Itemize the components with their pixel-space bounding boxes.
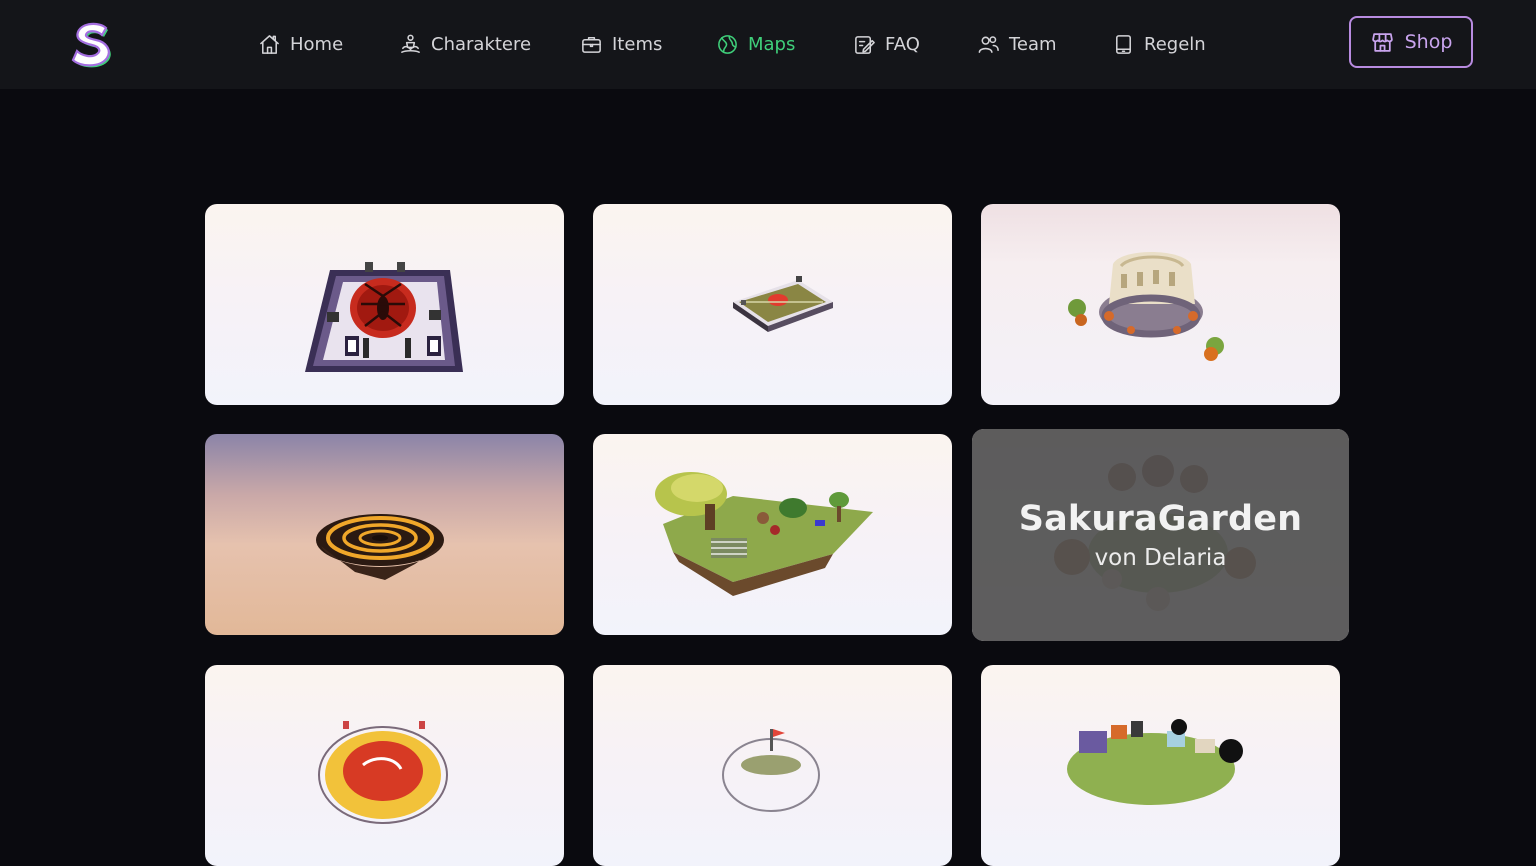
map-card[interactable]	[205, 204, 564, 405]
map-preview	[1067, 719, 1243, 805]
map-card-hovered[interactable]: SakuraGarden von Delaria	[972, 429, 1349, 641]
home-icon	[260, 34, 279, 54]
nav-home[interactable]: Home	[258, 30, 343, 58]
store-icon	[1371, 32, 1393, 52]
map-title: SakuraGarden	[1018, 499, 1303, 539]
map-card[interactable]	[981, 204, 1340, 405]
nav-home-label: Home	[290, 33, 344, 55]
nav-charaktere[interactable]: Charaktere	[399, 30, 531, 58]
map-preview	[733, 276, 833, 332]
map-preview	[316, 514, 444, 580]
nav-faq-label: FAQ	[885, 33, 920, 55]
map-card[interactable]	[593, 665, 952, 866]
character-icon	[401, 34, 420, 53]
map-preview	[1068, 252, 1224, 361]
map-preview	[318, 721, 448, 824]
map-preview	[305, 262, 463, 372]
nav-team[interactable]: Team	[977, 30, 1057, 58]
shop-button[interactable]: Shop	[1349, 16, 1473, 68]
nav-maps[interactable]: Maps	[716, 30, 795, 58]
navbar: Home Charaktere Items Maps FAQ Team Rege…	[0, 0, 1536, 89]
nav-regeln-label: Regeln	[1144, 33, 1206, 55]
globe-icon	[718, 34, 737, 54]
nav-charaktere-label: Charaktere	[431, 33, 532, 55]
nav-items-label: Items	[612, 33, 663, 55]
map-preview	[722, 729, 820, 812]
tablet-icon	[1116, 34, 1131, 54]
map-card[interactable]	[981, 665, 1340, 866]
note-edit-icon	[855, 35, 875, 54]
users-icon	[978, 35, 999, 53]
map-card[interactable]	[205, 434, 564, 635]
nav-regeln[interactable]: Regeln	[1112, 30, 1206, 58]
map-card[interactable]	[593, 434, 952, 635]
map-author: von Delaria	[1094, 545, 1227, 571]
nav-faq[interactable]: FAQ	[853, 30, 920, 58]
map-preview	[655, 472, 873, 596]
shop-label: Shop	[1404, 31, 1453, 53]
logo[interactable]	[70, 18, 114, 68]
nav-maps-label: Maps	[748, 33, 796, 55]
map-card[interactable]	[205, 665, 564, 866]
nav-items[interactable]: Items	[580, 30, 662, 58]
briefcase-icon	[582, 36, 601, 53]
map-hover-overlay: SakuraGarden von Delaria	[972, 429, 1349, 641]
nav-team-label: Team	[1009, 33, 1057, 55]
map-card[interactable]	[593, 204, 952, 405]
